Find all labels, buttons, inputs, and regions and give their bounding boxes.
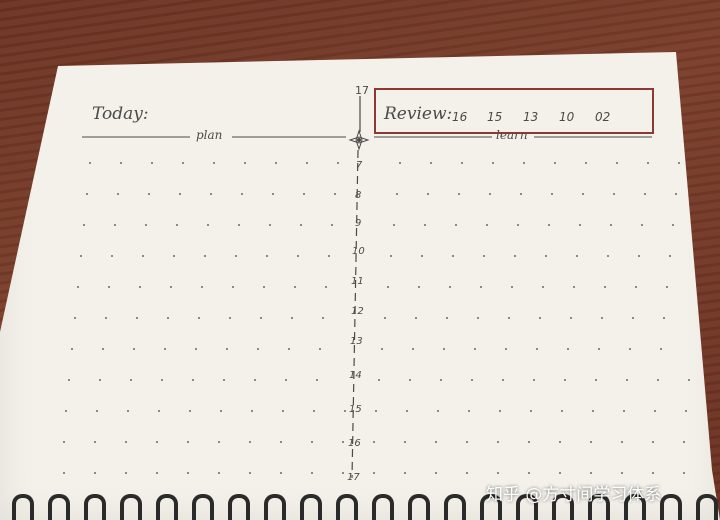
- binding-ring: [408, 494, 430, 520]
- binding-ring: [48, 494, 70, 520]
- binding-ring: [660, 494, 682, 520]
- binding-ring: [228, 494, 250, 520]
- spiral-binding: [0, 0, 720, 520]
- binding-ring: [12, 494, 34, 520]
- binding-ring: [444, 494, 466, 520]
- binding-ring: [336, 494, 358, 520]
- binding-ring: [696, 494, 718, 520]
- watermark: 知乎 @方寸间学习体系: [486, 485, 662, 505]
- binding-ring: [84, 494, 106, 520]
- binding-ring: [264, 494, 286, 520]
- binding-ring: [192, 494, 214, 520]
- binding-ring: [156, 494, 178, 520]
- binding-ring: [300, 494, 322, 520]
- binding-ring: [120, 494, 142, 520]
- binding-ring: [372, 494, 394, 520]
